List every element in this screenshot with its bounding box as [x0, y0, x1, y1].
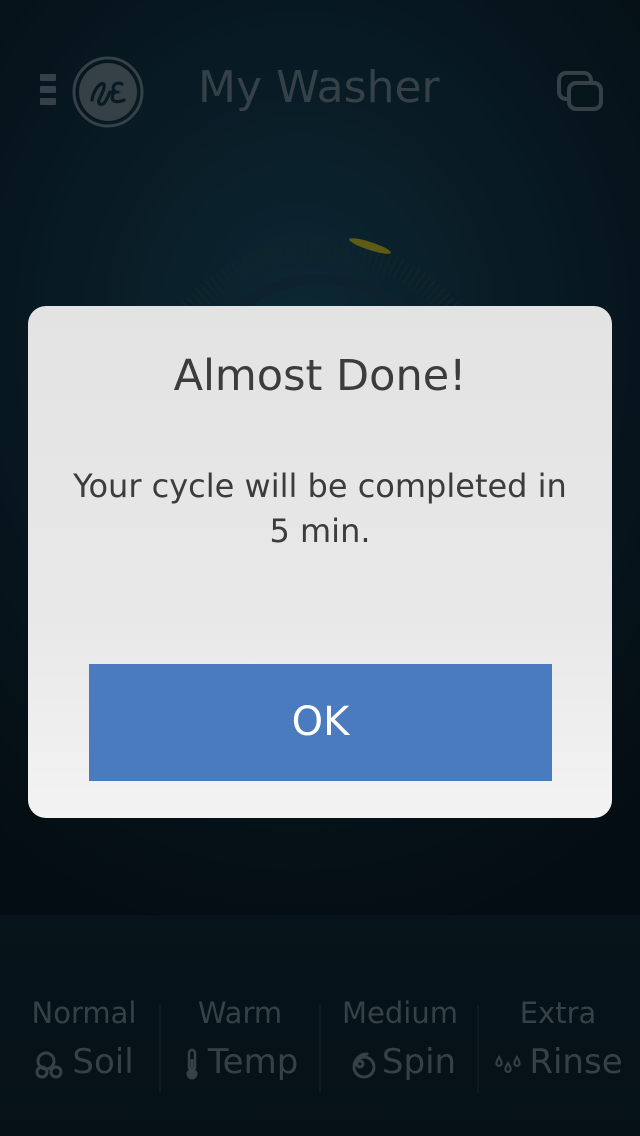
dialog-message: Your cycle will be completed in 5 min. [73, 467, 567, 550]
dialog-title: Almost Done! [173, 351, 467, 401]
washer-screen: My Washer Normal Soil Warm Temp Medium S… [0, 0, 640, 1136]
almost-done-dialog: Almost Done! Your cycle will be complete… [28, 306, 612, 818]
ok-button[interactable]: OK [89, 664, 552, 781]
